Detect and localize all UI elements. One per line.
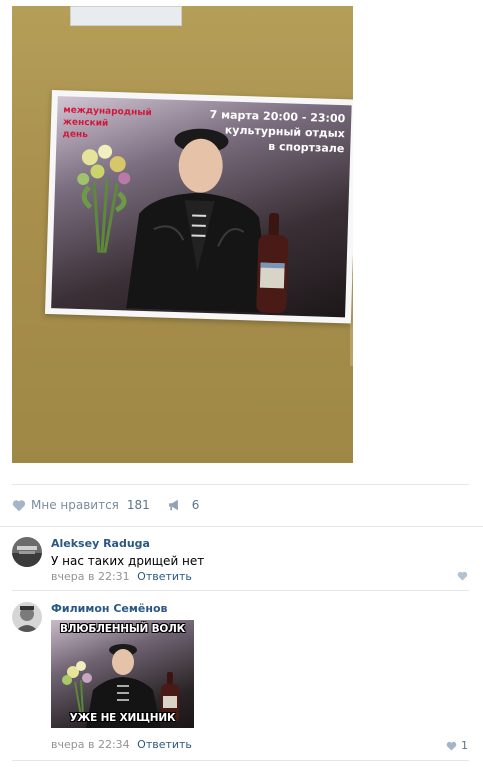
photo-paper-strip: [70, 6, 182, 26]
poster-event-text: 7 марта 20:00 - 23:00 культурный отдых в…: [209, 107, 346, 156]
avatar-image: [12, 602, 42, 632]
like-label: Мне нравится: [31, 498, 119, 512]
like-count: 181: [126, 498, 150, 512]
comment-like-count: 1: [461, 739, 468, 752]
heart-icon: [446, 741, 457, 751]
avatar[interactable]: [12, 537, 42, 567]
comment-like-button[interactable]: [457, 571, 468, 581]
like-button[interactable]: Мне нравится 181: [12, 498, 150, 512]
poster: международный женский день 7 марта 20:00…: [44, 90, 353, 324]
poster-holiday-text: международный женский день: [62, 105, 152, 141]
meme-bottom-caption: УЖЕ НЕ ХИЩНИК: [69, 712, 176, 724]
comment: Филимон Семёнов ВЛЮБЛЕННЫЙ ВОЛК УЖЕ НЕ Х…: [12, 602, 472, 752]
bottle-illustration: [256, 212, 289, 314]
post-photo[interactable]: международный женский день 7 марта 20:00…: [12, 6, 353, 463]
comment-meta: вчера в 22:31 Ответить: [51, 570, 192, 583]
divider: [12, 590, 469, 591]
heart-icon: [12, 499, 26, 511]
meme-top-caption: ВЛЮБЛЕННЫЙ ВОЛК: [59, 623, 186, 635]
share-count: 6: [191, 498, 200, 512]
comment: Aleksey Raduga У нас таких дрищей нет вч…: [12, 537, 472, 587]
comment-author[interactable]: Aleksey Raduga: [51, 537, 150, 550]
comment-time[interactable]: вчера в 22:31: [51, 570, 130, 583]
comment-meta: вчера в 22:34 Ответить: [51, 738, 192, 751]
share-button[interactable]: 6: [168, 498, 200, 512]
reply-button[interactable]: Ответить: [137, 738, 192, 751]
comment-time[interactable]: вчера в 22:34: [51, 738, 130, 751]
divider: [12, 760, 469, 761]
avatar[interactable]: [12, 602, 42, 632]
comment-like-button[interactable]: 1: [446, 739, 468, 752]
divider: [12, 484, 469, 485]
divider: [0, 526, 483, 527]
comment-author[interactable]: Филимон Семёнов: [51, 602, 167, 615]
comment-image[interactable]: ВЛЮБЛЕННЫЙ ВОЛК УЖЕ НЕ ХИЩНИК: [51, 620, 194, 728]
post-actions: Мне нравится 181 6: [12, 494, 199, 516]
heart-icon: [457, 571, 468, 581]
comment-text: У нас таких дрищей нет: [51, 554, 205, 568]
avatar-image: [12, 537, 42, 567]
reply-button[interactable]: Ответить: [137, 570, 192, 583]
megaphone-icon: [168, 499, 178, 511]
poster-image: международный женский день 7 марта 20:00…: [51, 96, 352, 318]
